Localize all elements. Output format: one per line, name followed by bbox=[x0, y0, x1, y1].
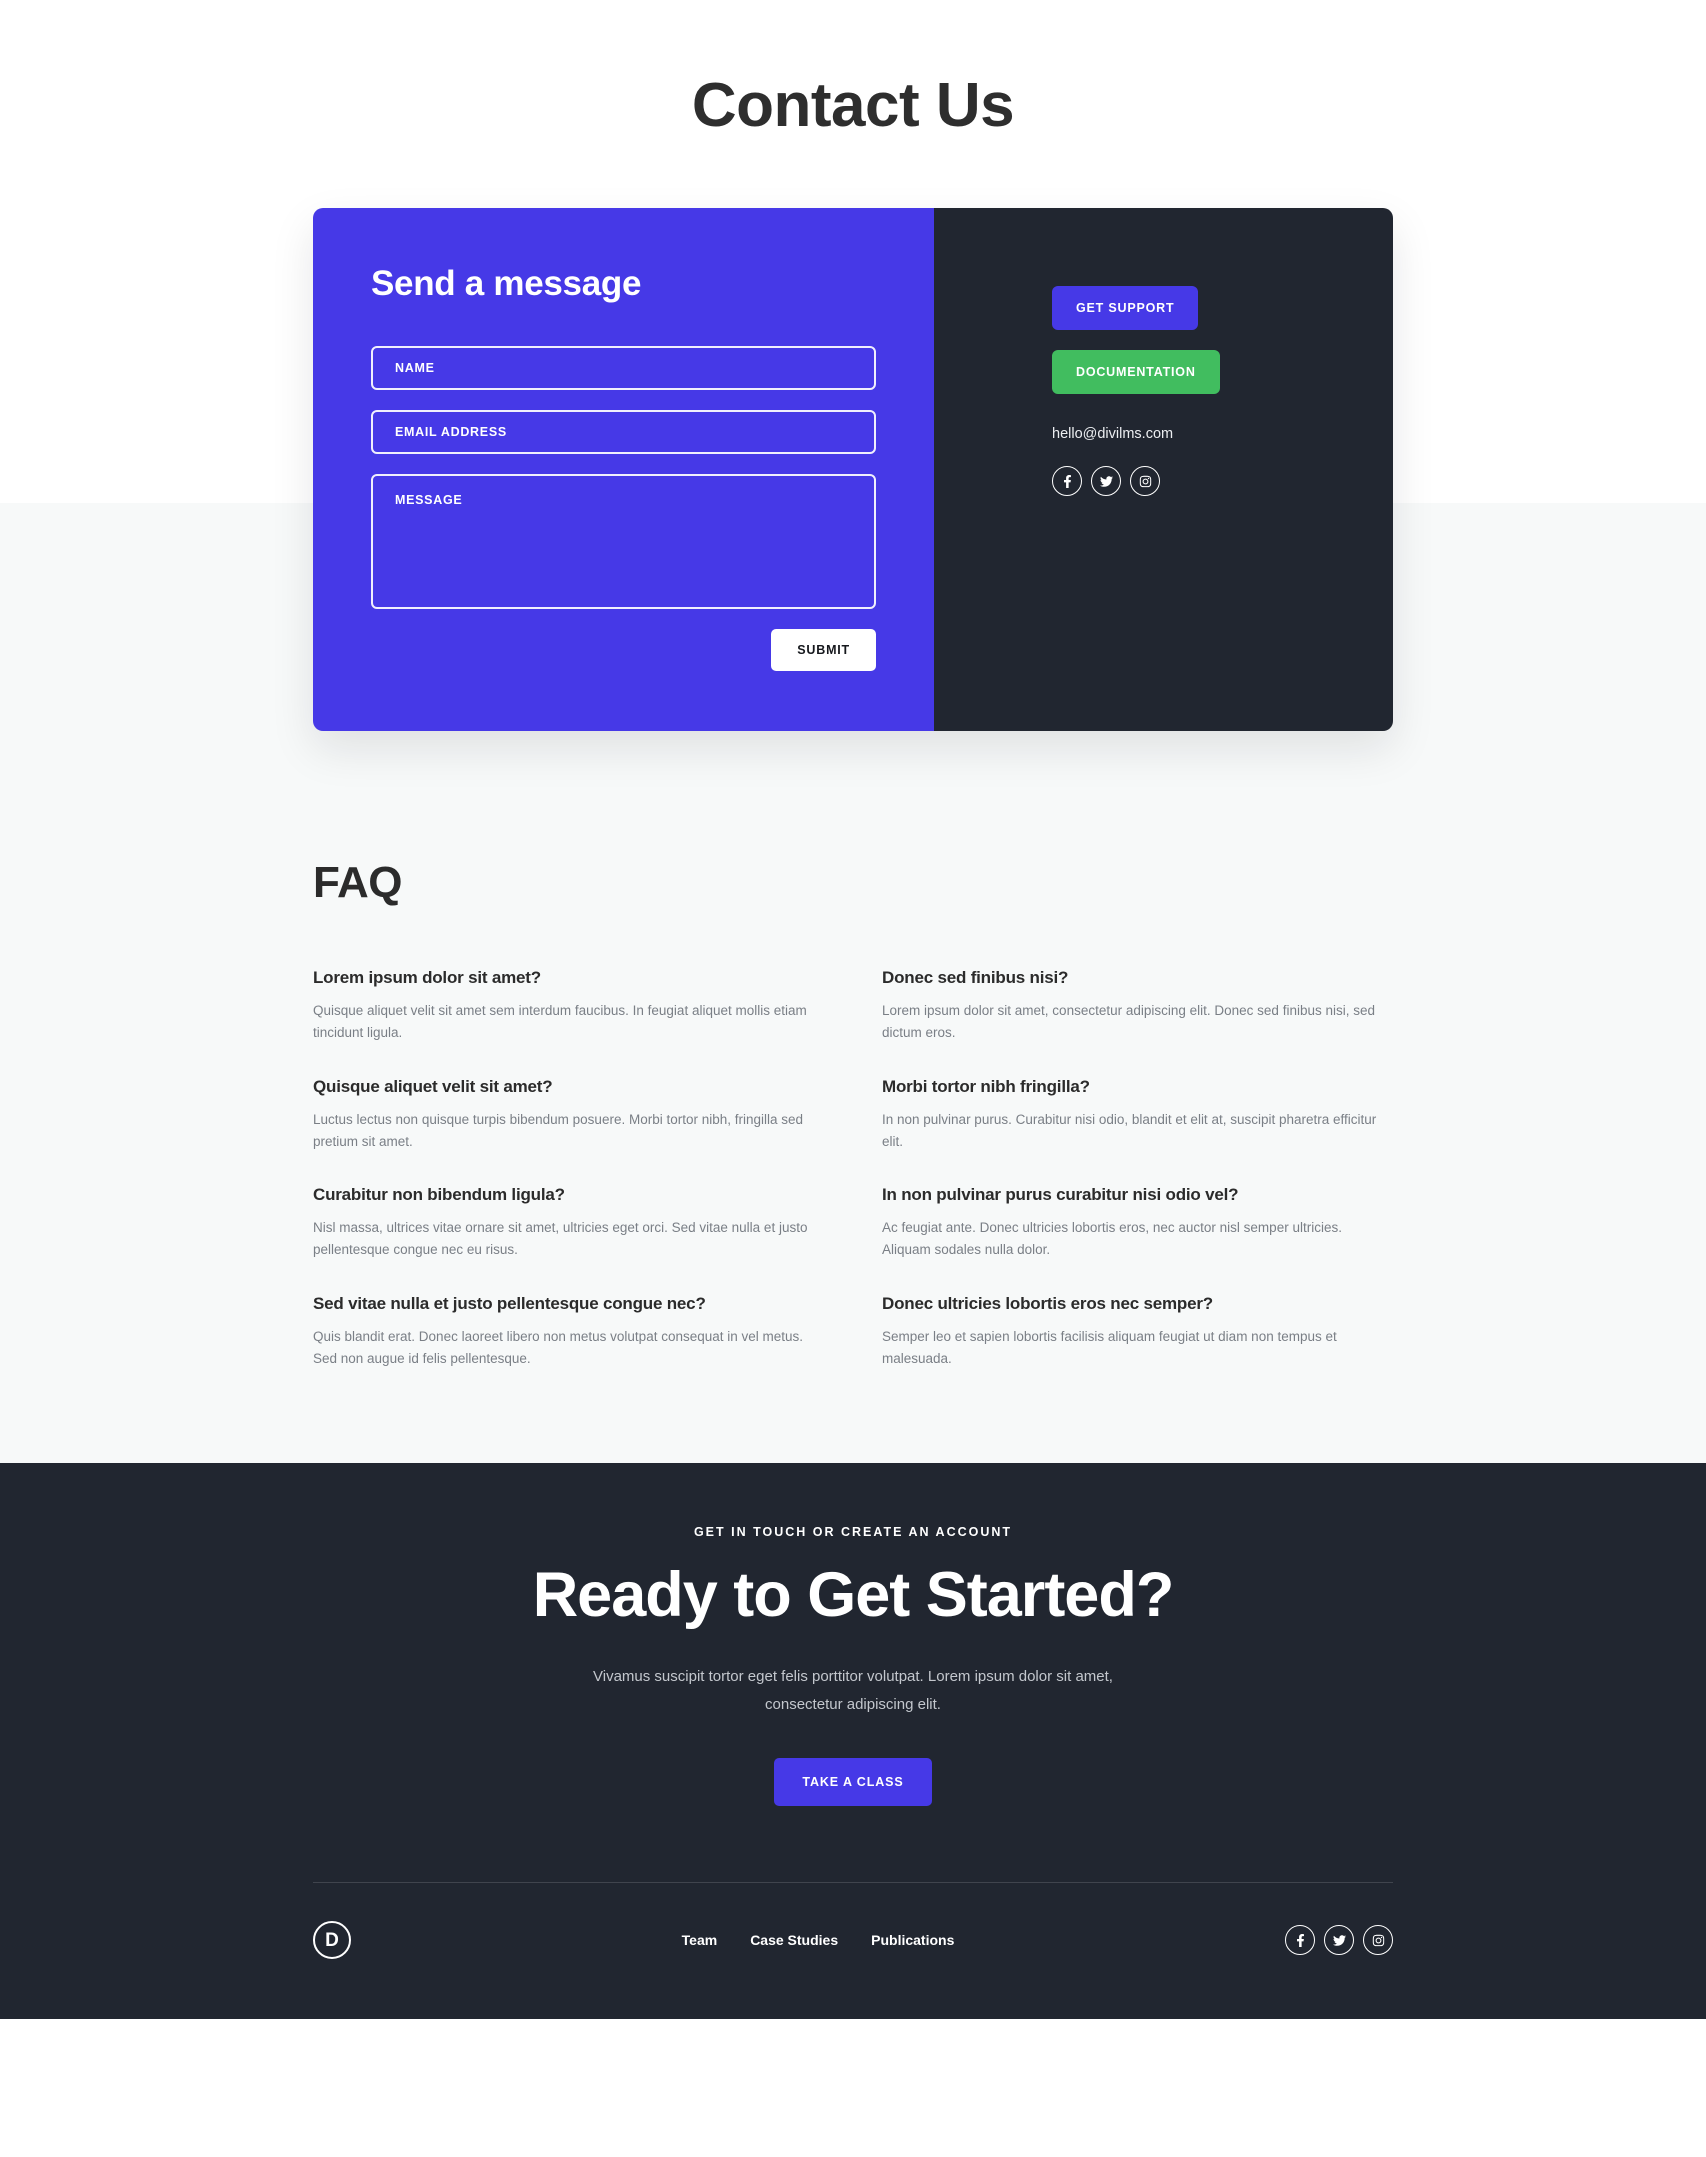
faq-question: Donec ultricies lobortis eros nec semper… bbox=[882, 1294, 1213, 1314]
get-support-button[interactable]: GET SUPPORT bbox=[1052, 286, 1199, 330]
instagram-icon[interactable] bbox=[1130, 466, 1160, 496]
facebook-icon[interactable] bbox=[1052, 466, 1082, 496]
faq-heading: FAQ bbox=[313, 858, 402, 907]
instagram-icon[interactable] bbox=[1363, 1925, 1393, 1956]
submit-button[interactable]: SUBMIT bbox=[771, 629, 876, 671]
faq-answer: Semper leo et sapien lobortis facilisis … bbox=[882, 1329, 1337, 1367]
footer-link-publications[interactable]: Publications bbox=[871, 1932, 954, 1948]
faq-answer: Nisl massa, ultrices vitae ornare sit am… bbox=[313, 1220, 808, 1258]
twitter-icon[interactable] bbox=[1324, 1925, 1354, 1956]
card-social-row bbox=[1052, 466, 1393, 496]
take-a-class-button[interactable]: TAKE A CLASS bbox=[774, 1758, 932, 1807]
footer: D Team Case Studies Publications bbox=[313, 1883, 1393, 2019]
footer-social-row bbox=[1285, 1925, 1393, 1956]
email-input[interactable] bbox=[371, 410, 876, 454]
cta-button-row: TAKE A CLASS bbox=[0, 1758, 1706, 1807]
message-input[interactable] bbox=[371, 474, 876, 609]
cta-section: GET IN TOUCH OR CREATE AN ACCOUNT Ready … bbox=[0, 1462, 1706, 2020]
faq-answer: Quis blandit erat. Donec laoreet libero … bbox=[313, 1329, 804, 1367]
submit-row: SUBMIT bbox=[371, 629, 876, 671]
contact-email[interactable]: hello@divilms.com bbox=[1052, 426, 1393, 442]
contact-form-panel: Send a message SUBMIT bbox=[313, 208, 934, 731]
faq-answer: Luctus lectus non quisque turpis bibendu… bbox=[313, 1111, 804, 1149]
divi-logo-icon[interactable]: D bbox=[313, 1921, 351, 1960]
facebook-icon[interactable] bbox=[1285, 1925, 1315, 1956]
faq-question: Donec sed finibus nisi? bbox=[882, 968, 1069, 987]
faq-column-left: Lorem ipsum dolor sit amet? Quisque aliq… bbox=[313, 968, 824, 1403]
faq-answer: Quisque aliquet velit sit amet sem inter… bbox=[313, 1003, 807, 1040]
twitter-icon[interactable] bbox=[1091, 466, 1121, 496]
faq-grid: Lorem ipsum dolor sit amet? Quisque aliq… bbox=[313, 968, 1393, 1403]
page-title: Contact Us bbox=[691, 71, 1015, 140]
faq-column-right: Donec sed finibus nisi? Lorem ipsum dolo… bbox=[882, 968, 1393, 1403]
faq-item: Curabitur non bibendum ligula? Nisl mass… bbox=[313, 1185, 824, 1261]
faq-question: Quisque aliquet velit sit amet? bbox=[313, 1076, 553, 1096]
contact-card: Send a message SUBMIT GET SUPPORT DOCUME… bbox=[313, 208, 1393, 731]
cta-title: Ready to Get Started? bbox=[532, 1559, 1175, 1630]
faq-answer: Lorem ipsum dolor sit amet, consectetur … bbox=[882, 1003, 1375, 1040]
faq-question: Curabitur non bibendum ligula? bbox=[313, 1185, 565, 1205]
footer-nav: Team Case Studies Publications bbox=[682, 1932, 955, 1948]
faq-item: Donec ultricies lobortis eros nec semper… bbox=[882, 1294, 1393, 1370]
faq-answer: In non pulvinar purus. Curabitur nisi od… bbox=[882, 1111, 1377, 1149]
faq-item: Quisque aliquet velit sit amet? Luctus l… bbox=[313, 1077, 824, 1153]
cta-eyebrow: GET IN TOUCH OR CREATE AN ACCOUNT bbox=[693, 1524, 1013, 1539]
faq-item: Morbi tortor nibh fringilla? In non pulv… bbox=[882, 1077, 1393, 1153]
footer-link-team[interactable]: Team bbox=[682, 1932, 718, 1948]
faq-question: Sed vitae nulla et justo pellentesque co… bbox=[313, 1294, 706, 1314]
faq-answer: Ac feugiat ante. Donec ultricies loborti… bbox=[882, 1220, 1342, 1258]
documentation-button[interactable]: DOCUMENTATION bbox=[1052, 350, 1220, 394]
form-heading: Send a message bbox=[371, 264, 642, 303]
faq-item: In non pulvinar purus curabitur nisi odi… bbox=[882, 1185, 1393, 1261]
faq-question: Morbi tortor nibh fringilla? bbox=[882, 1076, 1090, 1096]
faq-question: Lorem ipsum dolor sit amet? bbox=[313, 968, 541, 987]
name-input[interactable] bbox=[371, 346, 876, 390]
footer-link-case-studies[interactable]: Case Studies bbox=[750, 1932, 838, 1948]
faq-item: Donec sed finibus nisi? Lorem ipsum dolo… bbox=[882, 968, 1393, 1044]
contact-info-panel: GET SUPPORT DOCUMENTATION hello@divilms.… bbox=[934, 208, 1393, 731]
faq-item: Lorem ipsum dolor sit amet? Quisque aliq… bbox=[313, 968, 824, 1044]
contact-card-layer: Send a message SUBMIT GET SUPPORT DOCUME… bbox=[0, 208, 1706, 731]
cta-subtitle: Vivamus suscipit tortor eget felis portt… bbox=[593, 1667, 1113, 1713]
faq-question: In non pulvinar purus curabitur nisi odi… bbox=[882, 1185, 1239, 1205]
faq-item: Sed vitae nulla et justo pellentesque co… bbox=[313, 1294, 824, 1370]
